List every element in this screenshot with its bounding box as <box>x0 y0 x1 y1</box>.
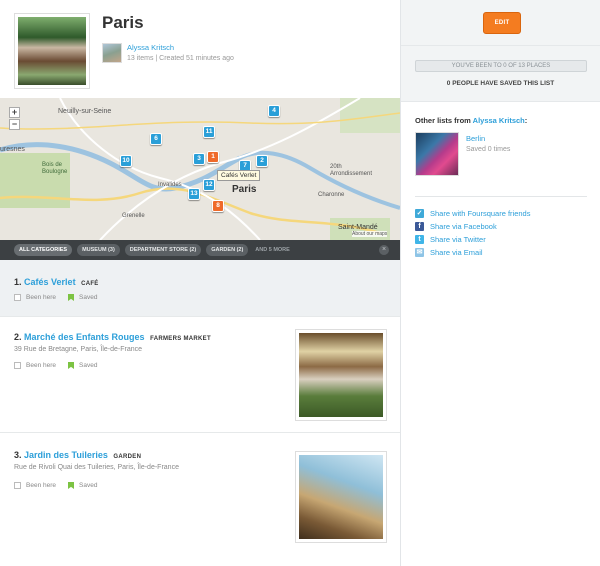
saved-label[interactable]: Saved <box>79 482 97 489</box>
share-email-link[interactable]: ✉ Share via Email <box>415 248 483 257</box>
item-actions: Been here Saved <box>14 362 97 369</box>
share-label[interactable]: Share via Email <box>430 248 483 257</box>
saved-label[interactable]: Saved <box>79 294 97 301</box>
bookmark-icon[interactable] <box>68 362 74 369</box>
venue-link[interactable]: Jardin des Tuileries <box>24 450 108 460</box>
map-pin[interactable]: 6 <box>150 133 162 145</box>
filter-chip-all[interactable]: ALL CATEGORIES <box>14 244 73 256</box>
map[interactable]: + − Neuilly-sur-Seine uresnes Bois de Bo… <box>0 98 400 240</box>
zoom-in-button[interactable]: + <box>9 107 20 118</box>
places-progress-bar: YOU'VE BEEN TO 0 OF 13 PLACES <box>415 60 587 72</box>
zoom-out-button[interactable]: − <box>9 119 20 130</box>
email-icon: ✉ <box>415 248 424 257</box>
avatar[interactable] <box>102 43 122 63</box>
author-link[interactable]: Alyssa Kritsch <box>127 43 174 52</box>
other-list-saved-count: Saved 0 times <box>466 146 511 153</box>
item-actions: Been here Saved <box>14 294 97 301</box>
map-label: Saint-Mandé <box>338 224 378 231</box>
close-icon[interactable]: × <box>379 245 389 255</box>
been-here-checkbox[interactable] <box>14 482 21 489</box>
share-foursquare-link[interactable]: ✓ Share with Foursquare friends <box>415 209 530 218</box>
bookmark-icon[interactable] <box>68 482 74 489</box>
been-here-checkbox[interactable] <box>14 362 21 369</box>
list-item: 1. Cafés Verlet CAFÉ Been here Saved <box>0 260 400 317</box>
twitter-icon: t <box>415 235 424 244</box>
map-pin[interactable]: 8 <box>212 200 224 212</box>
share-label[interactable]: Share via Twitter <box>430 235 486 244</box>
share-twitter-link[interactable]: t Share via Twitter <box>415 235 486 244</box>
filter-chip-department-store[interactable]: DEPARTMENT STORE (2) <box>124 244 202 256</box>
sidebar: EDIT YOU'VE BEEN TO 0 OF 13 PLACES 0 PEO… <box>401 0 600 566</box>
map-label: Invalides <box>158 182 182 188</box>
other-lists-suffix: : <box>524 116 528 125</box>
item-index: 2. <box>14 332 22 342</box>
map-pin[interactable]: 2 <box>256 155 268 167</box>
filter-chip-museum[interactable]: MUSEUM (3) <box>77 244 120 256</box>
saved-count: 0 PEOPLE HAVE SAVED THIS LIST <box>446 80 555 87</box>
category-filter-bar: ALL CATEGORIES MUSEUM (3) DEPARTMENT STO… <box>0 240 400 260</box>
item-index: 1. <box>14 277 22 287</box>
map-pin[interactable]: 4 <box>268 105 280 117</box>
bookmark-icon[interactable] <box>68 294 74 301</box>
edit-button[interactable]: EDIT <box>483 12 521 34</box>
map-label: 20th Arrondissement <box>330 164 373 177</box>
venue-photo[interactable] <box>295 329 387 421</box>
been-here-label[interactable]: Been here <box>26 294 56 301</box>
list-meta: 13 items | Created 51 minutes ago <box>127 55 234 62</box>
map-label: Bois de Boulogne <box>42 162 68 175</box>
share-label[interactable]: Share via Facebook <box>430 222 497 231</box>
map-pin[interactable]: 10 <box>120 155 132 167</box>
other-lists-prefix: Other lists from <box>415 116 471 125</box>
venue-address: 39 Rue de Bretagne, Paris, Île-de-France <box>14 346 143 353</box>
venue-link[interactable]: Cafés Verlet <box>24 277 76 287</box>
list-item: 2. Marché des Enfants Rouges FARMERS MAR… <box>0 317 400 433</box>
map-label: Grenelle <box>122 213 145 219</box>
been-here-label[interactable]: Been here <box>26 482 56 489</box>
filter-more-link[interactable]: AND 5 MORE <box>255 247 290 253</box>
share-facebook-link[interactable]: f Share via Facebook <box>415 222 497 231</box>
page-title: Paris <box>102 13 144 32</box>
item-title: 2. Marché des Enfants Rouges FARMERS MAR… <box>14 332 211 342</box>
other-lists-author-link[interactable]: Alyssa Kritsch <box>473 116 525 125</box>
map-label: uresnes <box>0 146 25 153</box>
map-pin[interactable]: 11 <box>203 126 215 138</box>
other-list-thumbnail[interactable] <box>415 132 459 176</box>
filter-chip-garden[interactable]: GARDEN (2) <box>206 244 249 256</box>
map-label: Paris <box>232 184 257 195</box>
venue-photo[interactable] <box>295 451 387 543</box>
item-actions: Been here Saved <box>14 482 97 489</box>
been-here-label[interactable]: Been here <box>26 362 56 369</box>
list-main: Paris Alyssa Kritsch 13 items | Created … <box>0 0 401 566</box>
other-lists-heading: Other lists from Alyssa Kritsch: <box>415 116 527 125</box>
list-item: 3. Jardin des Tuileries GARDEN Rue de Ri… <box>0 433 400 566</box>
saved-label[interactable]: Saved <box>79 362 97 369</box>
map-label: Neuilly-sur-Seine <box>58 108 112 115</box>
venue-address: Rue de Rivoli Quai des Tuileries, Paris,… <box>14 464 179 471</box>
venue-category: FARMERS MARKET <box>150 336 211 342</box>
map-pin-active[interactable]: 1 <box>207 151 219 163</box>
foursquare-icon: ✓ <box>415 209 424 218</box>
other-list-link[interactable]: Berlin <box>466 134 485 143</box>
venue-category: CAFÉ <box>81 281 99 287</box>
map-pin[interactable]: 3 <box>193 153 205 165</box>
map-label: Charonne <box>318 192 345 198</box>
about-maps-link[interactable]: About our maps <box>352 231 388 237</box>
list-cover-image <box>14 13 90 89</box>
list-header: Paris Alyssa Kritsch 13 items | Created … <box>0 0 400 98</box>
map-pin[interactable]: 12 <box>203 179 215 191</box>
venue-link[interactable]: Marché des Enfants Rouges <box>24 332 145 342</box>
sidebar-actions: EDIT <box>401 0 600 46</box>
item-title: 3. Jardin des Tuileries GARDEN <box>14 450 141 460</box>
map-pin[interactable]: 13 <box>188 188 200 200</box>
divider <box>415 196 587 197</box>
map-tooltip: Cafés Verlet <box>217 170 261 181</box>
item-title: 1. Cafés Verlet CAFÉ <box>14 277 99 287</box>
venue-category: GARDEN <box>113 454 142 460</box>
share-label[interactable]: Share with Foursquare friends <box>430 209 530 218</box>
list-stats: YOU'VE BEEN TO 0 OF 13 PLACES 0 PEOPLE H… <box>401 46 600 102</box>
item-index: 3. <box>14 450 22 460</box>
been-here-checkbox[interactable] <box>14 294 21 301</box>
facebook-icon: f <box>415 222 424 231</box>
